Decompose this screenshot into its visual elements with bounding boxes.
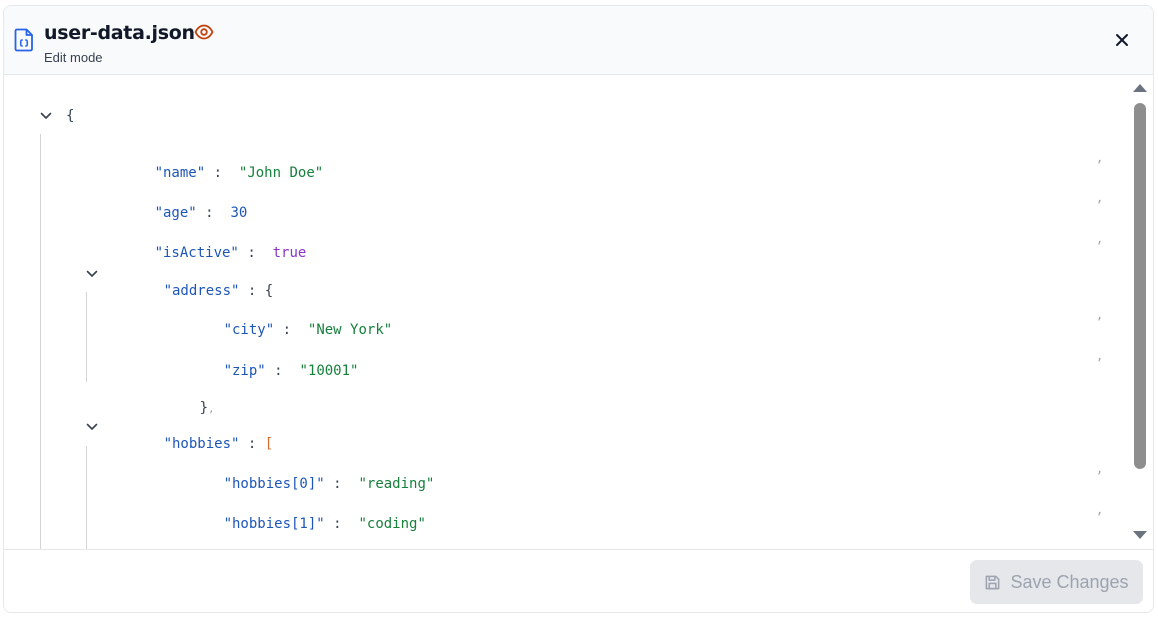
scroll-down-arrow-icon[interactable] <box>1133 531 1147 539</box>
hobbies-indent-guide <box>86 446 87 549</box>
json-separator: : <box>333 516 342 532</box>
json-value[interactable]: "New York" <box>308 322 392 338</box>
array-open-bracket: [ <box>264 436 274 452</box>
row-comma: , <box>1096 308 1104 322</box>
json-key: "zip" <box>223 363 266 379</box>
json-key: "name" <box>154 165 206 181</box>
row-comma: , <box>1096 349 1104 363</box>
array-close-bracket: ], <box>149 535 215 549</box>
scroll-up-arrow-icon[interactable] <box>1133 84 1147 92</box>
json-separator: : <box>213 165 223 181</box>
json-separator: : <box>247 245 256 261</box>
file-json-icon <box>14 28 33 52</box>
json-editor-dialog: user-data.json Edit mode { "name" : "Joh… <box>3 5 1154 613</box>
eye-icon[interactable] <box>194 24 214 40</box>
mode-subtitle: Edit mode <box>44 50 103 65</box>
row-comma: , <box>1096 232 1104 246</box>
json-tree-editor[interactable]: { "name" : "John Doe" , "age" : 30 , "is… <box>4 76 1153 549</box>
close-icon <box>1116 34 1128 46</box>
json-key: "hobbies[1]" <box>223 516 325 532</box>
json-value[interactable]: "reading" <box>358 476 434 492</box>
json-key: "hobbies" <box>163 436 240 452</box>
json-key: "hobbies[0]" <box>223 476 325 492</box>
address-indent-guide <box>86 292 87 382</box>
json-key: "address" <box>163 283 240 299</box>
chevron-down-icon[interactable] <box>85 267 99 281</box>
json-key: "isActive" <box>154 245 239 261</box>
close-button[interactable] <box>1113 31 1131 49</box>
chevron-down-icon[interactable] <box>85 420 99 434</box>
json-key: "city" <box>223 322 275 338</box>
row-comma: , <box>1096 151 1104 165</box>
json-value[interactable]: true <box>273 245 307 261</box>
row-comma: , <box>1096 191 1104 205</box>
json-separator: : <box>282 322 292 338</box>
scrollbar-thumb[interactable] <box>1134 103 1146 469</box>
json-separator: : <box>274 363 283 379</box>
json-value[interactable]: "John Doe" <box>239 165 323 181</box>
row-comma: , <box>1096 503 1104 517</box>
row-comma: , <box>1096 462 1104 476</box>
object-open-brace: { <box>264 283 274 299</box>
save-icon <box>986 575 1000 589</box>
dialog-footer: Save Changes <box>4 549 1153 612</box>
json-value[interactable]: 30 <box>230 205 247 221</box>
json-separator: : <box>333 476 342 492</box>
json-value[interactable]: "coding" <box>358 516 425 532</box>
vertical-scrollbar[interactable] <box>1132 80 1148 543</box>
json-key: "age" <box>154 205 197 221</box>
save-changes-button[interactable]: Save Changes <box>970 560 1143 604</box>
dialog-header: user-data.json Edit mode <box>4 6 1153 75</box>
root-indent-guide <box>40 134 41 549</box>
root-open-brace: { <box>66 108 75 124</box>
json-separator: : <box>205 205 214 221</box>
file-title: user-data.json <box>44 22 195 44</box>
chevron-down-icon[interactable] <box>39 109 53 123</box>
json-value[interactable]: "10001" <box>299 363 358 379</box>
save-button-label: Save Changes <box>1010 571 1129 592</box>
